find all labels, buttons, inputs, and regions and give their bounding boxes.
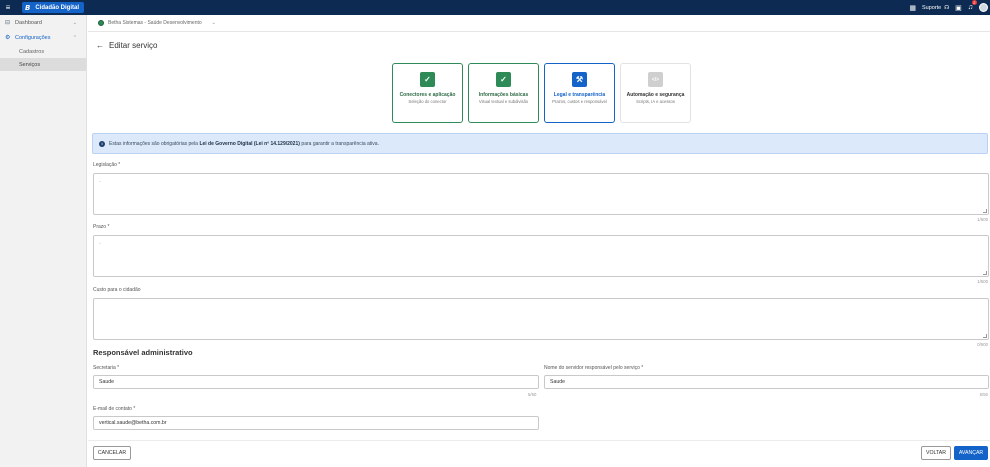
dashboard-icon: ⊟ — [5, 20, 11, 26]
prazo-label: Prazo * — [93, 224, 110, 230]
step-subtitle: Visual textual e subdivisão — [478, 99, 529, 104]
app-logo: B — [25, 3, 31, 12]
globe-icon — [98, 20, 104, 26]
prazo-placeholder: - — [99, 241, 101, 247]
settings-icon: ⚙ — [5, 35, 11, 41]
footer-divider — [88, 440, 990, 441]
secretaria-counter: 5/50 — [528, 392, 537, 397]
back-arrow-icon[interactable]: ← — [96, 41, 104, 50]
custo-counter: 0/500 — [977, 342, 988, 347]
sidebar-item-servicos[interactable]: Serviços — [0, 58, 86, 71]
step-automacao[interactable]: </> Automação e segurança Scripts, IA e … — [620, 63, 691, 123]
code-icon: </> — [648, 72, 663, 87]
prazo-field[interactable]: - — [93, 235, 989, 277]
resize-handle[interactable] — [983, 334, 987, 338]
email-input[interactable]: vertical.saude@betha.com.br — [93, 416, 539, 430]
entity-name: Betha Sistemas - Saúde Desenvolvimento — [108, 20, 202, 26]
step-title: Informações básicas — [478, 92, 529, 98]
sidebar-item-configuracoes[interactable]: ⚙ Configurações ⌃ — [0, 30, 86, 45]
apps-grid-icon[interactable]: ▦ — [909, 4, 916, 12]
sidebar-item-label: Configurações — [15, 34, 51, 41]
step-subtitle: Prazos, custos e responsável — [552, 99, 607, 104]
sidebar: ⊟ Dashboard ⌄ ⚙ Configurações ⌃ Cadastro… — [0, 15, 87, 467]
servidor-input[interactable]: Saude — [544, 375, 989, 389]
app-title: Cidadão Digital — [35, 4, 80, 11]
chevron-down-icon: ⌄ — [211, 20, 216, 26]
info-law: Lei de Governo Digital (Lei nº 14.129/20… — [199, 140, 300, 147]
notification-count: 2 — [971, 0, 977, 5]
step-title: Conectores e aplicação — [399, 92, 456, 98]
back-button[interactable]: VOLTAR — [921, 446, 951, 460]
info-suffix: para garantir a transparência ativa. — [301, 140, 379, 147]
custo-label: Custo para o cidadão — [93, 287, 141, 293]
legislacao-counter: 1/500 — [977, 217, 988, 222]
servidor-counter: 5/50 — [979, 392, 988, 397]
step-title: Legal e transparência — [553, 92, 606, 98]
menu-icon[interactable]: ≡ — [0, 0, 16, 15]
step-subtitle: Seleção do conector — [408, 99, 447, 104]
headset-icon: ☊ — [944, 4, 950, 11]
page-title: ← Editar serviço — [96, 41, 157, 50]
top-bar: ≡ B Cidadão Digital ▦ Suporte ☊ ▣ ♫ 2 — [0, 0, 990, 15]
email-label: E-mail de contato * — [93, 406, 136, 412]
sidebar-item-cadastros[interactable]: Cadastros — [0, 45, 86, 58]
chevron-down-icon: ⌄ — [72, 19, 77, 26]
step-informacoes[interactable]: ✓ Informações básicas Visual textual e s… — [468, 63, 539, 123]
custo-field[interactable] — [93, 298, 989, 340]
notifications-button[interactable]: ♫ 2 — [967, 0, 977, 11]
resize-handle[interactable] — [983, 209, 987, 213]
sidebar-item-dashboard[interactable]: ⊟ Dashboard ⌄ — [0, 15, 86, 30]
cancel-button[interactable]: CANCELAR — [93, 446, 131, 460]
responsavel-section-title: Responsável administrativo — [93, 348, 193, 357]
legislacao-label: Legislação * — [93, 162, 121, 168]
bell-icon: ♫ — [967, 4, 973, 11]
support-button[interactable]: Suporte ☊ — [922, 5, 949, 11]
gavel-icon: ⚒ — [572, 72, 587, 87]
chevron-up-icon: ⌃ — [72, 34, 77, 41]
step-conectores[interactable]: ✓ Conectores e aplicação Seleção do cone… — [392, 63, 463, 123]
secretaria-label: Secretaria * — [93, 365, 120, 371]
servidor-label: Nome do servidor responsável pelo serviç… — [544, 365, 644, 371]
check-icon: ✓ — [420, 72, 435, 87]
support-label: Suporte — [921, 4, 942, 11]
app-brand[interactable]: B Cidadão Digital — [22, 2, 85, 13]
legislacao-placeholder: - — [99, 179, 101, 185]
entity-selector[interactable]: Betha Sistemas - Saúde Desenvolvimento ⌄ — [88, 15, 990, 32]
info-icon: i — [99, 140, 105, 147]
step-legal[interactable]: ⚒ Legal e transparência Prazos, custos e… — [544, 63, 615, 123]
step-subtitle: Scripts, IA e acessos — [636, 99, 675, 104]
info-prefix: Estas informações são obrigatórias pela — [109, 140, 198, 147]
secretaria-input[interactable]: Saude — [93, 375, 539, 389]
next-button[interactable]: AVANÇAR — [954, 446, 988, 460]
top-right-actions: ▦ Suporte ☊ ▣ ♫ 2 — [909, 0, 988, 15]
step-title: Automação e segurança — [626, 92, 685, 98]
resize-handle[interactable] — [983, 271, 987, 275]
page-title-text: Editar serviço — [109, 41, 158, 50]
store-icon[interactable]: ▣ — [955, 4, 962, 12]
info-banner: i Estas informações são obrigatórias pel… — [92, 133, 988, 154]
legislacao-field[interactable]: - — [93, 173, 989, 215]
prazo-counter: 1/500 — [977, 279, 988, 284]
sidebar-item-label: Dashboard — [15, 19, 42, 26]
avatar[interactable] — [979, 3, 988, 12]
check-icon: ✓ — [496, 72, 511, 87]
